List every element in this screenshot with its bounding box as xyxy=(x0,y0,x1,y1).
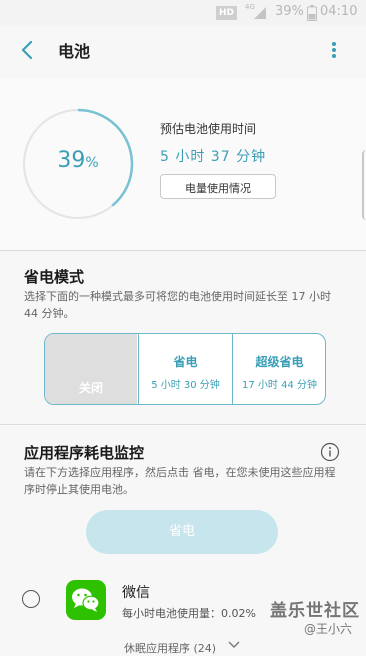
watermark: 盖乐世社区 xyxy=(270,601,360,621)
clock: 04:10 xyxy=(320,4,358,19)
app-bar: 电池 xyxy=(0,26,366,74)
status-bar: HD 4G 39% 04:10 xyxy=(0,0,366,26)
chevron-down-icon[interactable] xyxy=(228,640,240,650)
app-usage: 每小时电池使用量：0.02% xyxy=(122,607,256,620)
signal-icon xyxy=(254,7,266,19)
power-mode-selector: 关闭 省电 5 小时 30 分钟 超级省电 17 小时 44 分钟 xyxy=(44,333,326,405)
mode-ultra-saving-time: 17 小时 44 分钟 xyxy=(242,380,317,391)
battery-summary-card: 39% 预估电池使用时间 5 小时 37 分钟 电量使用情况 xyxy=(0,78,366,250)
battery-percent-status: 39% xyxy=(275,4,304,19)
edge-panel-handle[interactable] xyxy=(362,150,366,220)
mode-off-option[interactable]: 关闭 xyxy=(45,334,137,404)
mode-ultra-saving-label: 超级省电 xyxy=(255,355,304,369)
mode-power-saving-option[interactable]: 省电 5 小时 30 分钟 xyxy=(138,334,232,404)
page-title: 电池 xyxy=(58,42,91,61)
hd-badge: HD xyxy=(216,6,238,20)
power-saving-title: 省电模式 xyxy=(24,268,85,286)
power-save-button[interactable]: 省电 xyxy=(86,510,278,554)
wechat-icon xyxy=(66,580,106,620)
power-saving-description: 选择下面的一种模式最多可将您的电池使用时间延长至 17 小时 44 分钟。 xyxy=(24,290,331,320)
back-arrow-icon[interactable] xyxy=(14,36,42,64)
more-options-icon[interactable] xyxy=(322,36,346,64)
app-select-radio[interactable] xyxy=(22,590,40,608)
battery-usage-button[interactable]: 电量使用情况 xyxy=(160,174,276,199)
mode-off-label: 关闭 xyxy=(78,381,103,395)
battery-status-icon xyxy=(307,5,317,21)
info-icon[interactable] xyxy=(320,442,340,462)
app-monitor-title: 应用程序耗电监控 xyxy=(24,444,145,462)
watermark-author: @王小六 xyxy=(304,622,353,636)
mode-ultra-saving-option[interactable]: 超级省电 17 小时 44 分钟 xyxy=(232,334,325,404)
sleeping-apps-toggle[interactable]: 休眠应用程序 (24) xyxy=(124,640,216,656)
battery-level-text: 39% xyxy=(20,148,136,173)
app-name: 微信 xyxy=(122,585,150,601)
app-monitor-description: 请在下方选择应用程序，然后点击 省电，在您未使用这些应用程序时停止其使用电池。 xyxy=(24,466,336,496)
mode-power-saving-time: 5 小时 30 分钟 xyxy=(151,380,220,391)
estimate-label: 预估电池使用时间 xyxy=(160,122,257,136)
section-divider xyxy=(0,250,366,251)
estimate-value: 5 小时 37 分钟 xyxy=(160,149,267,165)
battery-level-unit: % xyxy=(85,155,99,171)
mode-power-saving-label: 省电 xyxy=(173,355,198,369)
section-divider xyxy=(0,424,366,425)
battery-level-number: 39 xyxy=(57,148,86,173)
